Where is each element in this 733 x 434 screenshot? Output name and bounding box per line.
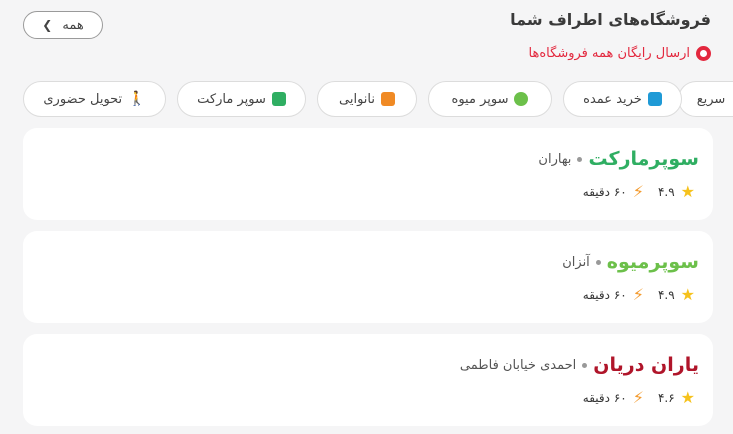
store-area: احمدی خیابان فاطمی: [459, 357, 577, 373]
separator-dot: [582, 362, 588, 368]
store-rating: ۴.۹: [657, 288, 675, 302]
store-area: بهاران: [538, 151, 572, 167]
free-delivery-banner[interactable]: ارسال رایگان همه فروشگاه‌ها: [529, 46, 711, 61]
chip-pickup[interactable]: 🚶 تحویل حضوری: [23, 81, 166, 117]
star-icon: ★: [680, 285, 695, 304]
delivery-time: ۶۰ دقیقه: [582, 288, 627, 302]
box-icon: [647, 92, 662, 106]
store-rating: ۴.۹: [657, 185, 675, 199]
store-card[interactable]: سوپرمارکت بهاران ★ ۴.۹ ⚡ ۶۰ دقیقه: [23, 128, 713, 220]
see-all-label: همه: [62, 17, 84, 33]
store-name: سوپرمیوه: [606, 251, 699, 273]
store-area: آنزان: [562, 254, 590, 270]
chip-wholesale[interactable]: خرید عمده: [563, 81, 682, 117]
walking-icon: 🚶: [128, 91, 146, 107]
bolt-icon: ⚡: [632, 182, 644, 201]
bolt-icon: ⚡: [632, 285, 644, 304]
chip-pickup-label: تحویل حضوری: [43, 91, 123, 107]
chip-supermarket-label: سوپر مارکت: [197, 91, 266, 107]
chip-fruit-label: سوپر میوه: [451, 91, 509, 107]
bolt-icon: ⚡: [632, 388, 644, 407]
chevron-left-icon: ❯: [42, 18, 53, 32]
star-icon: ★: [680, 388, 695, 407]
chip-fast-label: سریع: [696, 91, 726, 107]
delivery-time: ۶۰ دقیقه: [582, 185, 627, 199]
category-chips: سریع خرید عمده سوپر میوه نانوایی سوپر ما…: [0, 81, 733, 117]
page-title: فروشگاه‌های اطراف شما: [510, 10, 711, 29]
separator-dot: [595, 259, 601, 265]
chip-bakery-label: نانوایی: [339, 91, 375, 107]
delivery-time: ۶۰ دقیقه: [582, 391, 627, 405]
apple-icon: [514, 92, 529, 106]
store-card[interactable]: سوپرمیوه آنزان ★ ۴.۹ ⚡ ۶۰ دقیقه: [23, 231, 713, 323]
delivery-icon: [696, 46, 711, 61]
store-card[interactable]: یاران دریان احمدی خیابان فاطمی ★ ۴.۶ ⚡ ۶…: [23, 334, 713, 426]
star-icon: ★: [680, 182, 695, 201]
store-name: سوپرمارکت: [588, 148, 699, 170]
bread-icon: [381, 92, 395, 106]
header: فروشگاه‌های اطراف شما ارسال رایگان همه ف…: [0, 0, 733, 75]
chip-supermarket[interactable]: سوپر مارکت: [177, 81, 306, 117]
store-rating: ۴.۶: [657, 391, 675, 405]
store-icon: [271, 92, 286, 106]
store-name: یاران دریان: [593, 354, 699, 376]
chip-fruit-market[interactable]: سوپر میوه: [428, 81, 552, 117]
chip-bakery[interactable]: نانوایی: [317, 81, 417, 117]
chip-wholesale-label: خرید عمده: [583, 91, 642, 107]
separator-dot: [577, 156, 583, 162]
see-all-button[interactable]: همه ❯: [23, 11, 103, 39]
chip-fast[interactable]: سریع: [678, 81, 733, 117]
free-delivery-text: ارسال رایگان همه فروشگاه‌ها: [528, 46, 690, 61]
